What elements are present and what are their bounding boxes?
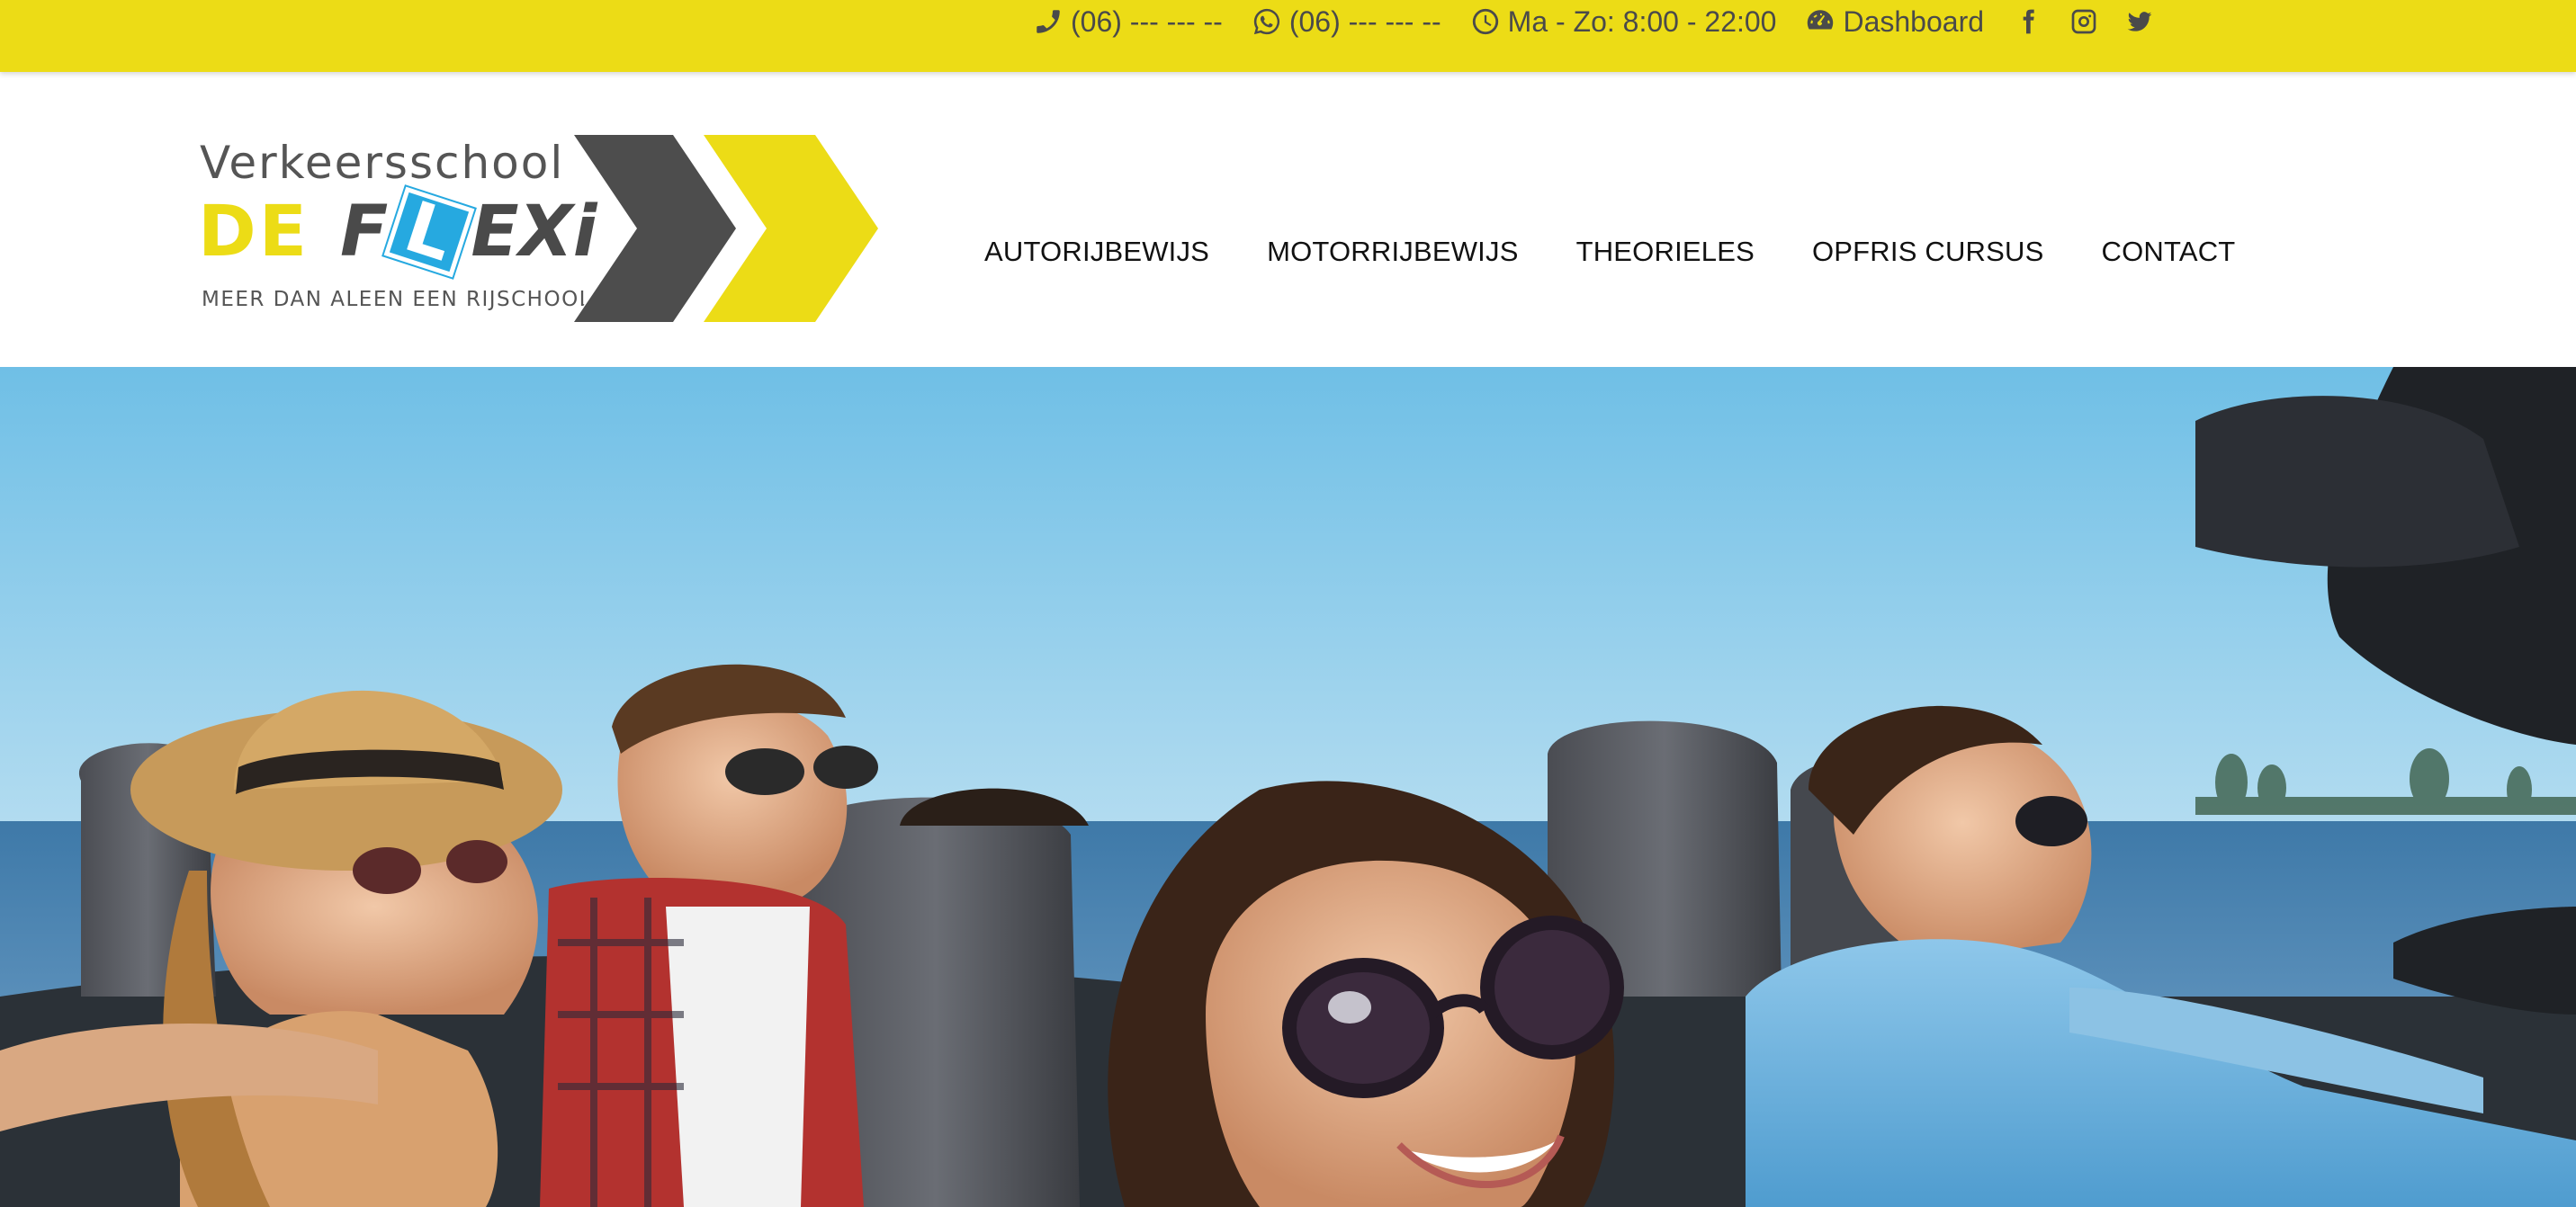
site-logo[interactable]: Verkeersschool DE F L EXi MEER DAN ALEEN… — [196, 135, 898, 326]
nav-opfris-cursus[interactable]: OPFRIS CURSUS — [1812, 236, 2044, 268]
logo-flexi-f: F — [340, 192, 389, 273]
hero-photo — [0, 367, 2576, 1207]
phone-icon — [1037, 10, 1060, 33]
logo-chevrons-icon — [574, 135, 878, 322]
social-links — [2013, 6, 2155, 37]
whatsapp-number: (06) --- --- -- — [1288, 4, 1441, 38]
dashboard-link[interactable]: Dashboard — [1805, 5, 1984, 39]
instagram-icon — [2071, 9, 2096, 34]
dashboard-label: Dashboard — [1843, 4, 1985, 38]
learner-l-badge: L — [383, 187, 475, 277]
hours-text: Ma - Zo: 8:00 - 22:00 — [1507, 4, 1777, 38]
logo-flexi: F L EXi — [340, 187, 597, 278]
logo-line-verkeersschool: Verkeersschool — [200, 137, 565, 189]
dashboard-icon — [1808, 10, 1834, 30]
whatsapp-link[interactable]: (06) --- --- -- — [1252, 5, 1441, 39]
logo-brand-name: DE F L EXi — [198, 187, 597, 278]
twitter-link[interactable] — [2124, 6, 2155, 37]
twitter-icon — [2127, 12, 2152, 31]
main-navigation: AUTORIJBEWIJS MOTORRIJBEWIJS THEORIELES … — [984, 236, 2235, 268]
facebook-link[interactable] — [2013, 6, 2043, 37]
clock-icon — [1472, 8, 1498, 35]
nav-contact[interactable]: CONTACT — [2102, 236, 2236, 268]
nav-motorrijbewijs[interactable]: MOTORRIJBEWIJS — [1267, 236, 1519, 268]
phone-link[interactable]: (06) --- --- -- — [1033, 5, 1223, 39]
instagram-link[interactable] — [2069, 6, 2099, 37]
nav-autorijbewijs[interactable]: AUTORIJBEWIJS — [984, 236, 1209, 268]
facebook-icon — [2023, 9, 2034, 34]
site-header: Verkeersschool DE F L EXi MEER DAN ALEEN… — [0, 72, 2576, 367]
phone-number: (06) --- --- -- — [1071, 4, 1223, 38]
nav-theorieles[interactable]: THEORIELES — [1576, 236, 1755, 268]
top-contact-list: (06) --- --- -- (06) --- --- -- Ma - Zo:… — [1033, 0, 2155, 43]
hero-banner — [0, 367, 2576, 1207]
logo-tagline: MEER DAN ALEEN EEN RIJSCHOOL — [202, 288, 592, 311]
whatsapp-icon — [1253, 8, 1279, 35]
logo-de: DE — [198, 192, 310, 273]
top-contact-bar: (06) --- --- -- (06) --- --- -- Ma - Zo:… — [0, 0, 2576, 72]
opening-hours: Ma - Zo: 8:00 - 22:00 — [1470, 4, 1777, 39]
